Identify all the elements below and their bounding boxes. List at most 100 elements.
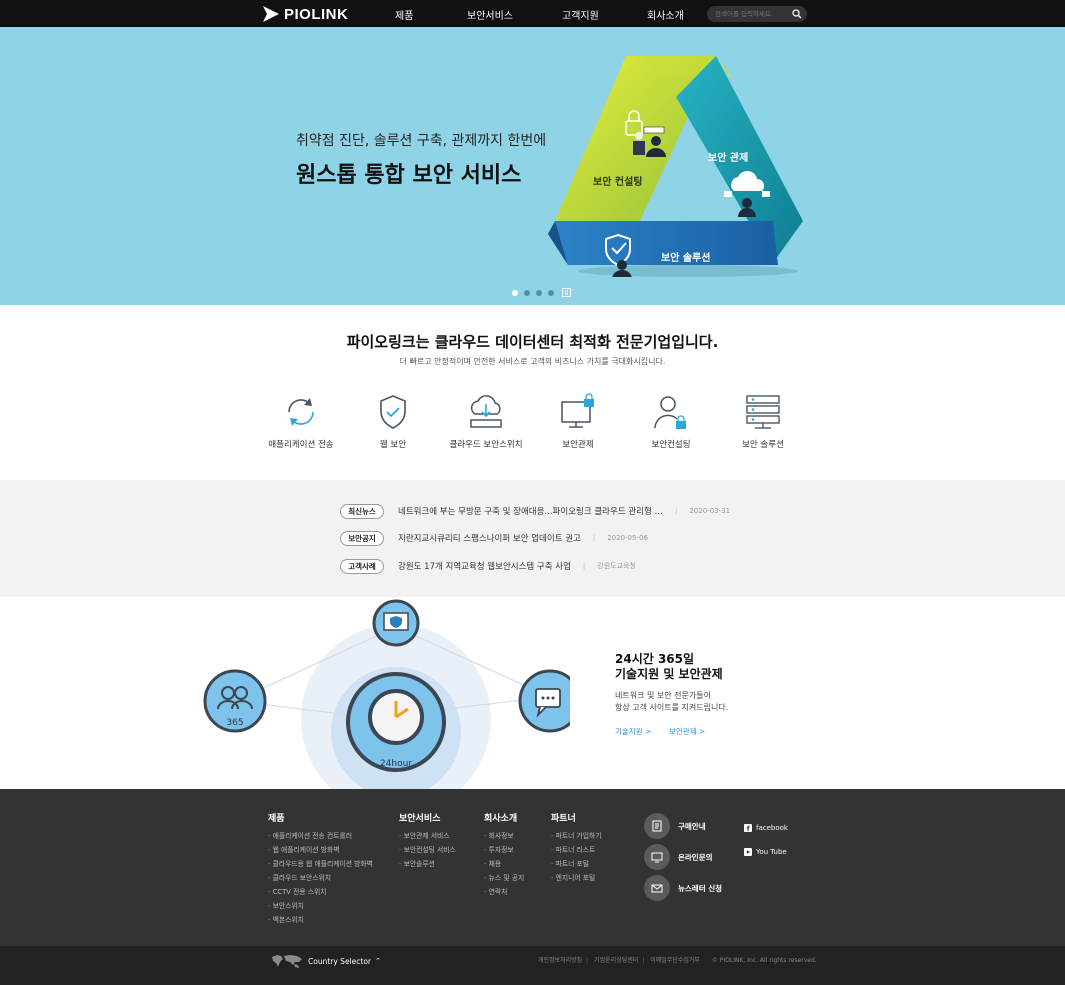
slider-pagination	[512, 288, 571, 297]
news-title[interactable]: 강원도 17개 지역교육청 웹보안시스템 구축 사업	[398, 560, 571, 572]
footer-link[interactable]: 회사정보	[484, 829, 524, 843]
label-24hour: 24hour	[380, 759, 412, 769]
nav-support[interactable]: 고객지원	[562, 7, 599, 22]
news-title[interactable]: 네트워크에 부는 무방문 구축 및 장애대응...파이오링크 클라우드 관리형 …	[398, 505, 663, 517]
footer-link[interactable]: 뉴스 및 공지	[484, 871, 525, 885]
country-selector[interactable]: Country Selector ⌃	[270, 953, 381, 969]
ethics-center-link[interactable]: 기업윤리상담센터	[594, 957, 638, 964]
news-date: 2020-03-31	[689, 507, 731, 515]
segment-monitoring-label: 보안 관제	[708, 151, 748, 164]
cloud-download-icon	[470, 395, 502, 428]
sync-icon	[288, 398, 314, 426]
footer-link[interactable]: 보안스위치	[268, 899, 373, 913]
tech-support-link[interactable]: 기술지원 >	[615, 726, 651, 737]
footer-link[interactable]: 애플리케이션 전송 컨트롤러	[268, 829, 373, 843]
slide-dot-2[interactable]	[524, 289, 530, 296]
hero-banner: 취약점 진단, 솔루션 구축, 관제까지 한번에 원스톱 통합 보안 서비스 보…	[0, 27, 1065, 305]
footer-link[interactable]: 투자정보	[484, 843, 524, 857]
contact-purchase[interactable]: 구매안내	[644, 813, 706, 839]
nav-security-services[interactable]: 보안서비스	[467, 7, 513, 22]
footer-link[interactable]: 웹 애플리케이션 방화벽	[268, 843, 373, 857]
contact-label: 구매안내	[678, 821, 706, 831]
search-box	[707, 6, 807, 22]
nav-products[interactable]: 제품	[395, 7, 413, 22]
segment-solution-label: 보안 솔루션	[661, 251, 710, 264]
news-section: 최신뉴스 네트워크에 부는 무방문 구축 및 장애대응...파이오링크 클라우드…	[0, 480, 1065, 597]
footer-link[interactable]: 연락처	[484, 885, 524, 899]
piolink-logo-icon	[263, 6, 279, 22]
service-label: 웹 보안	[379, 440, 407, 450]
footer-link[interactable]: 보안관제 서비스	[399, 829, 456, 843]
label-365: 365	[226, 718, 243, 728]
service-security-monitoring[interactable]: 보안관제	[528, 392, 628, 450]
service-label: 보안 솔루션	[742, 440, 784, 450]
footer-link[interactable]: 채용	[484, 857, 524, 871]
support-title: 24시간 365일 기술지원 및 보안관제	[615, 652, 723, 681]
nav-company[interactable]: 회사소개	[647, 7, 684, 22]
clipboard-icon	[644, 813, 670, 839]
country-selector-label: Country Selector	[308, 956, 371, 966]
youtube-link[interactable]: You Tube	[744, 848, 787, 856]
support-description: 네트워크 및 보안 전문가들이 항상 고객 사이트를 지켜드립니다.	[615, 691, 729, 712]
service-app-delivery[interactable]: 애플리케이션 전송	[251, 392, 351, 450]
logo[interactable]: PIOLINK	[262, 4, 348, 24]
legal-links: 개인정보처리방침 | 기업윤리상담센터 | 이메일무단수집거부 © PIOLINK,…	[538, 957, 817, 964]
slide-dot-4[interactable]	[548, 289, 554, 296]
footer-link[interactable]: 파트너 가입하기	[551, 829, 602, 843]
service-label: 보안관제	[562, 440, 594, 450]
world-map-icon	[272, 955, 302, 968]
support-diagram: 365 24hour	[203, 599, 570, 789]
facebook-link[interactable]: facebook	[744, 824, 788, 832]
news-row-latest[interactable]: 최신뉴스 네트워크에 부는 무방문 구축 및 장애대응...파이오링크 클라우드…	[340, 503, 730, 519]
service-security-consulting[interactable]: 보안컨설팅	[621, 392, 721, 450]
service-web-security[interactable]: 웹 보안	[343, 392, 443, 450]
chevron-up-icon: ⌃	[375, 957, 381, 965]
top-header: PIOLINK 제품 보안서비스 고객지원 회사소개	[0, 0, 1065, 27]
slide-dot-1[interactable]	[512, 289, 518, 296]
search-icon[interactable]	[792, 9, 802, 19]
footer-link[interactable]: 클라우드 보안스위치	[268, 871, 373, 885]
footer-link[interactable]: CCTV 전용 스위치	[268, 885, 373, 899]
user-lock-icon	[654, 396, 686, 429]
youtube-icon	[744, 848, 752, 856]
pause-icon[interactable]	[562, 288, 571, 297]
segment-consulting-label: 보안 컨설팅	[593, 175, 642, 188]
slide-dot-3[interactable]	[536, 289, 542, 296]
news-badge: 고객사례	[340, 558, 384, 574]
contact-label: 뉴스레터 신청	[678, 883, 723, 893]
security-triangle-graphic: 보안 컨설팅 보안 관제 보안 솔루션	[548, 56, 803, 277]
footer-link[interactable]: 파트너 포털	[551, 857, 602, 871]
service-cloud-switch[interactable]: 클라우드 보안스위치	[436, 392, 536, 450]
monitor-icon	[644, 844, 670, 870]
footer-link[interactable]: 보안솔루션	[399, 857, 456, 871]
shield-check-icon	[380, 395, 406, 429]
service-security-solution[interactable]: 보안 솔루션	[713, 392, 813, 450]
news-title[interactable]: 지란지교시큐리티 스팸스나이퍼 보안 업데이트 권고	[398, 532, 581, 544]
envelope-icon	[644, 875, 670, 901]
support-section: 365 24hour	[0, 597, 1065, 789]
hero-title: 원스톱 통합 보안 서비스	[296, 163, 522, 188]
footer-link[interactable]: 보안컨설팅 서비스	[399, 843, 456, 857]
footer-link[interactable]: 파트너 리스트	[551, 843, 602, 857]
contact-online[interactable]: 온라인문의	[644, 844, 713, 870]
monitor-lock-icon	[561, 393, 594, 428]
news-row-notice[interactable]: 보안공지 지란지교시큐리티 스팸스나이퍼 보안 업데이트 권고 | 2020-0…	[340, 530, 648, 546]
footer-link[interactable]: 클라우드용 웹 애플리케이션 방화벽	[268, 857, 373, 871]
footer-link[interactable]: 엔지니어 포털	[551, 871, 602, 885]
hero-subtitle: 취약점 진단, 솔루션 구축, 관제까지 한번에	[296, 133, 547, 149]
server-rack-icon	[746, 395, 780, 429]
footer-bottom-bar	[0, 946, 1065, 985]
news-row-case[interactable]: 고객사례 강원도 17개 지역교육청 웹보안시스템 구축 사업 | 강원도교육청	[340, 558, 636, 574]
privacy-policy-link[interactable]: 개인정보처리방침	[538, 957, 582, 964]
email-refusal-link[interactable]: 이메일무단수집거부	[650, 957, 700, 964]
service-label: 보안컨설팅	[651, 440, 691, 450]
footer: 제품 애플리케이션 전송 컨트롤러 웹 애플리케이션 방화벽 클라우드용 웹 애…	[0, 789, 1065, 946]
security-monitoring-link[interactable]: 보안관제 >	[669, 726, 705, 737]
service-label: 클라우드 보안스위치	[449, 440, 523, 450]
contact-newsletter[interactable]: 뉴스레터 신청	[644, 875, 722, 901]
news-badge: 보안공지	[340, 530, 384, 546]
footer-link[interactable]: 백본스위치	[268, 913, 373, 927]
search-input[interactable]	[715, 7, 789, 21]
facebook-icon	[744, 824, 752, 832]
news-badge: 최신뉴스	[340, 503, 384, 519]
